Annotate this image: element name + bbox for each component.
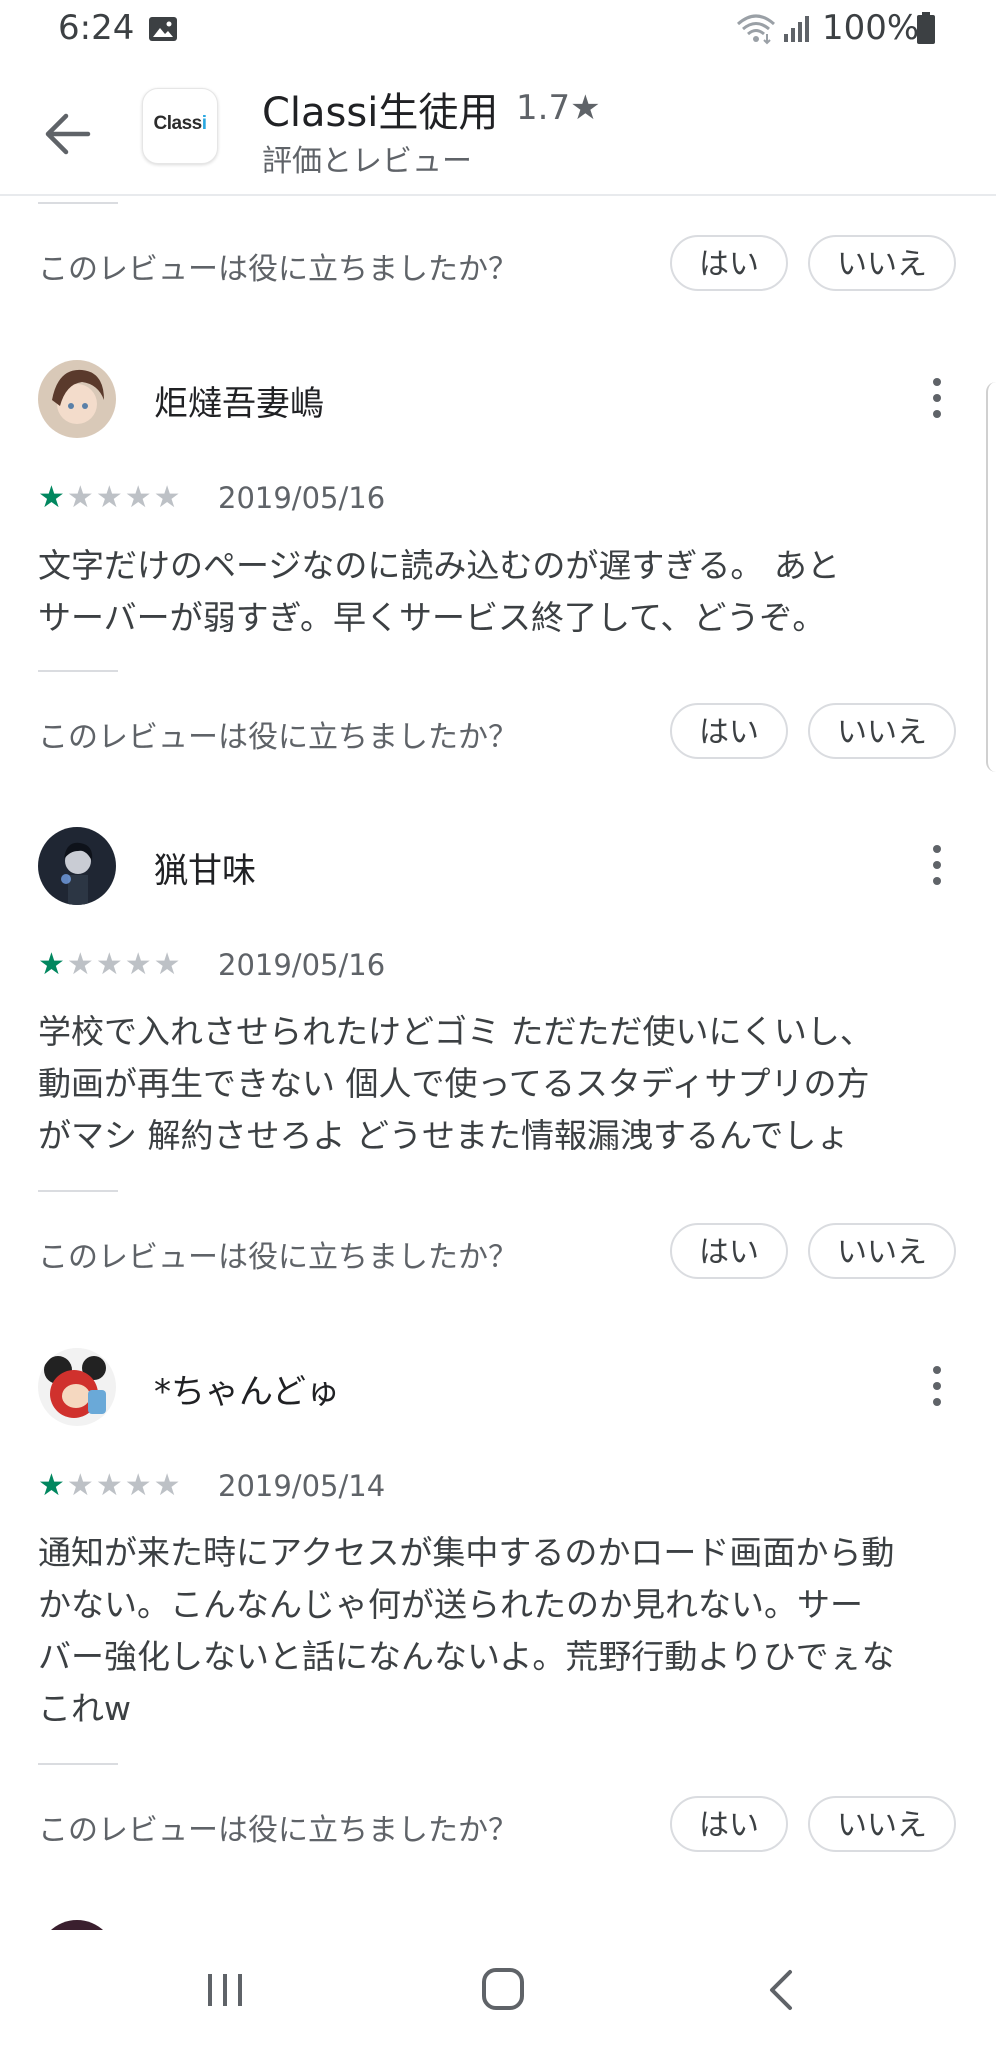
review-line: 動画が再生できない 個人で使ってるスタディサプリの方 — [38, 1064, 870, 1103]
star-icon: ★ — [153, 480, 181, 515]
review-divider — [38, 202, 118, 204]
star-icon: ★ — [38, 947, 65, 982]
helpful-no-button[interactable]: いいえ — [808, 1796, 956, 1852]
app-header: Classi Classi生徒用 1.7★ 評価とレビュー — [0, 60, 996, 196]
star-rating: ★★★★★ — [38, 950, 183, 980]
star-icon: ★ — [124, 1468, 152, 1503]
recents-icon[interactable] — [200, 1970, 250, 2010]
helpful-no-button[interactable]: いいえ — [808, 1223, 956, 1279]
back-icon[interactable] — [762, 1966, 802, 2014]
review-date: 2019/05/16 — [218, 481, 386, 515]
app-rating: 1.7★ — [516, 88, 601, 128]
star-icon: ★ — [153, 947, 181, 982]
star-rating: ★★★★★ — [38, 1471, 183, 1501]
back-arrow-icon[interactable] — [30, 96, 106, 172]
review-line: かない。こんなんじゃ何が送られたのか見れない。サー — [38, 1585, 863, 1624]
navigation-bar — [0, 1930, 996, 2048]
helpful-yes-button[interactable]: はい — [670, 1223, 788, 1279]
app-icon: Classi — [142, 88, 218, 164]
helpful-no-button[interactable]: いいえ — [808, 235, 956, 291]
helpful-no-button[interactable]: いいえ — [808, 703, 956, 759]
page-subtitle: 評価とレビュー — [262, 144, 472, 179]
helpful-yes-button[interactable]: はい — [670, 1796, 788, 1852]
review-divider — [38, 1190, 118, 1192]
review-line: 学校で入れさせられたけどゴミ ただただ使いにくいし、 — [38, 1012, 873, 1051]
star-icon: ★ — [66, 480, 94, 515]
helpful-question: このレビューは役に立ちましたか？ — [38, 1813, 518, 1848]
signal-icon — [784, 16, 809, 42]
home-icon[interactable] — [478, 1964, 528, 2014]
star-icon: ★ — [95, 480, 123, 515]
star-icon: ★ — [124, 947, 152, 982]
star-icon: ★ — [124, 480, 152, 515]
avatar — [38, 1348, 116, 1426]
review-line: がマシ 解約させろよ どうせまた情報漏洩するんでしょ — [38, 1116, 850, 1155]
helpful-yes-button[interactable]: はい — [670, 235, 788, 291]
app-icon-label: Classi — [153, 113, 207, 134]
avatar — [38, 360, 116, 438]
star-icon: ★ — [66, 1468, 94, 1503]
helpful-question: このレビューは役に立ちましたか？ — [38, 252, 518, 287]
review-text: 文字だけのページなのに読み込むのが遅すぎる。 あと サーバーが弱すぎ。早くサービ… — [38, 540, 958, 644]
reviewer-name: 猟甘味 — [154, 851, 256, 891]
review-line: サーバーが弱すぎ。早くサービス終了して、どうぞ。 — [38, 598, 826, 637]
review-text: 通知が来た時にアクセスが集中するのかロード画面から動 かない。こんなんじゃ何が送… — [38, 1527, 958, 1735]
star-icon: ★ — [66, 947, 94, 982]
review-line: 文字だけのページなのに読み込むのが遅すぎる。 あと — [38, 546, 840, 585]
helpful-question: このレビューは役に立ちましたか？ — [38, 1240, 518, 1275]
star-icon: ★ — [95, 947, 123, 982]
helpful-question: このレビューは役に立ちましたか？ — [38, 720, 518, 755]
battery-percent: 100% — [822, 8, 920, 48]
star-icon: ★ — [38, 480, 65, 515]
star-icon: ★ — [38, 1468, 65, 1503]
review-line: バー強化しないと話になんないよ。荒野行動よりひでぇな — [38, 1637, 895, 1676]
scrollbar[interactable] — [986, 382, 996, 772]
review-line: 通知が来た時にアクセスが集中するのかロード画面から動 — [38, 1533, 895, 1572]
review-divider — [38, 1763, 118, 1765]
review-line: これw — [38, 1689, 131, 1728]
reviewer-name: 炬燵吾妻嶋 — [154, 384, 324, 424]
more-options-icon[interactable] — [920, 835, 954, 895]
review-text: 学校で入れさせられたけどゴミ ただただ使いにくいし、 動画が再生できない 個人で… — [38, 1006, 958, 1162]
more-options-icon[interactable] — [920, 1356, 954, 1416]
status-time: 6:24 — [58, 8, 135, 48]
star-icon: ★ — [95, 1468, 123, 1503]
review-date: 2019/05/16 — [218, 948, 386, 982]
review-date: 2019/05/14 — [218, 1469, 386, 1503]
wifi-icon — [737, 14, 775, 45]
battery-icon — [917, 12, 935, 44]
star-icon: ★ — [153, 1468, 181, 1503]
helpful-yes-button[interactable]: はい — [670, 703, 788, 759]
avatar — [38, 827, 116, 905]
app-title: Classi生徒用 — [262, 90, 499, 136]
status-bar: 6:24 100% — [0, 0, 996, 60]
review-divider — [38, 670, 118, 672]
reviewer-name: *ちゃんどゅ — [154, 1372, 340, 1412]
more-options-icon[interactable] — [920, 368, 954, 428]
star-rating: ★★★★★ — [38, 483, 183, 513]
image-icon — [149, 17, 177, 41]
